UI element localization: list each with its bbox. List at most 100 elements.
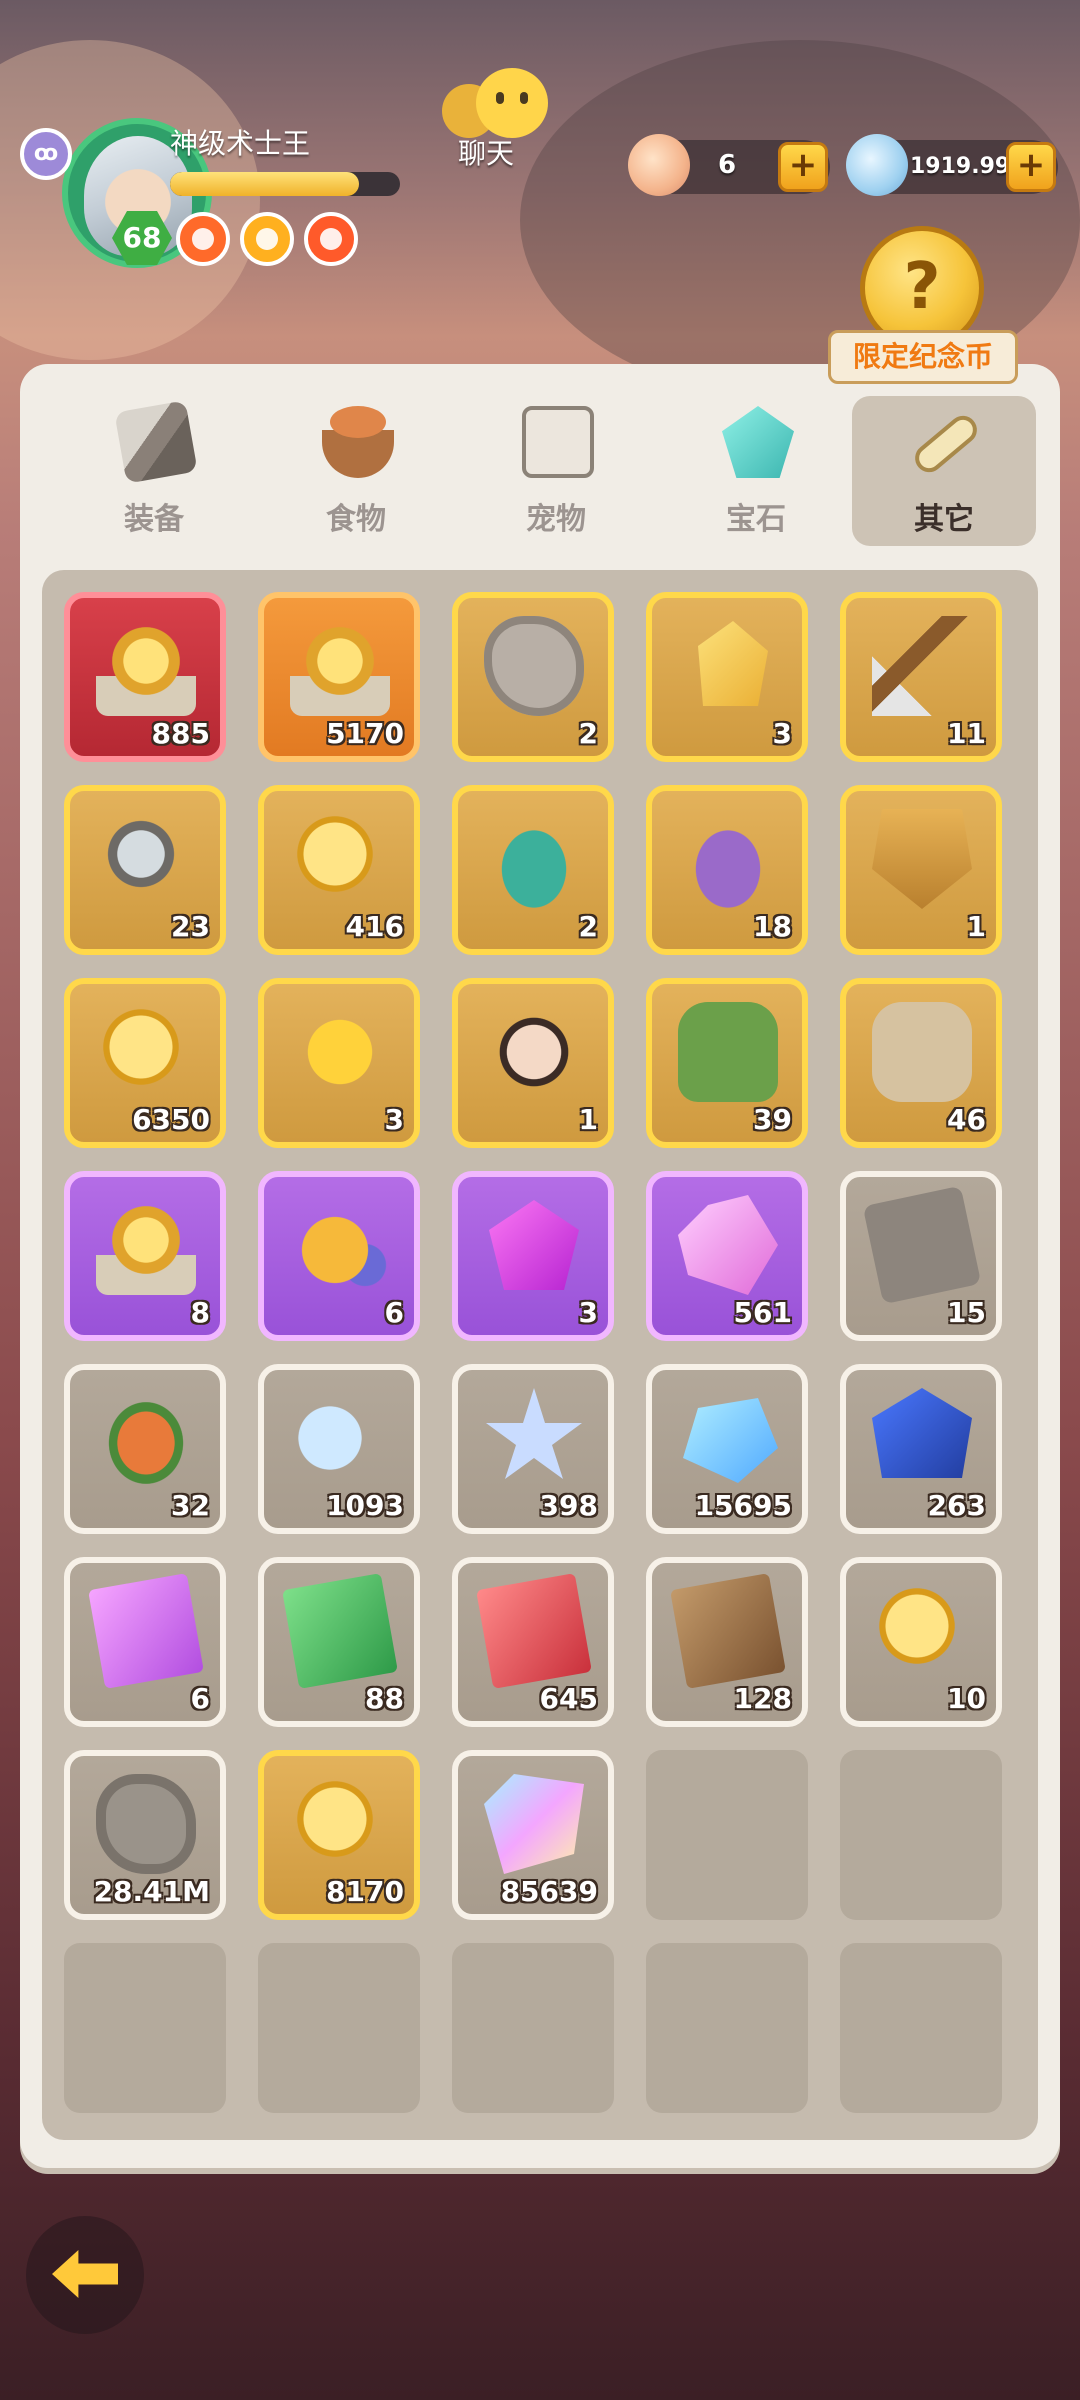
item-quantity: 32 (171, 1489, 210, 1522)
inventory-slot[interactable]: 3 (452, 1171, 614, 1341)
item-quantity: 88 (365, 1682, 404, 1715)
inventory-slot[interactable]: 645 (452, 1557, 614, 1727)
item-quantity: 15 (947, 1296, 986, 1329)
exp-bar (170, 172, 400, 196)
empty-slot (646, 1750, 808, 1920)
item-quantity: 3 (772, 717, 792, 750)
gold-ore-icon (698, 621, 768, 706)
inventory-slot[interactable]: 2 (452, 785, 614, 955)
inventory-slot[interactable]: 8 (64, 1171, 226, 1341)
inventory-slot[interactable]: 416 (258, 785, 420, 955)
item-quantity: 1 (578, 1103, 598, 1136)
winged-shield-icon (872, 809, 972, 909)
inventory-slot[interactable]: 46 (840, 978, 1002, 1148)
item-quantity: 18 (753, 910, 792, 943)
inventory-slot[interactable]: 15695 (646, 1364, 808, 1534)
diamond-currency: 1919.99M + (846, 134, 1058, 196)
inventory-slot[interactable]: 6 (64, 1557, 226, 1727)
item-quantity: 3 (384, 1103, 404, 1136)
inventory-slot[interactable]: 398 (452, 1364, 614, 1534)
food-icon (322, 406, 394, 478)
inventory-slot[interactable]: 32 (64, 1364, 226, 1534)
item-quantity: 263 (927, 1489, 986, 1522)
inventory-slot[interactable]: 39 (646, 978, 808, 1148)
inventory-slot[interactable]: 88 (258, 1557, 420, 1727)
inventory-grid-area: 885 5170 2 3 11 23 416 2 18 1 6350 3 1 3… (42, 570, 1038, 2140)
inventory-slot[interactable]: 18 (646, 785, 808, 955)
item-quantity: 6 (190, 1682, 210, 1715)
inventory-slot[interactable]: 6 (258, 1171, 420, 1341)
item-quantity: 2 (578, 910, 598, 943)
tab-pet[interactable]: 宠物 (464, 396, 648, 546)
item-quantity: 85639 (500, 1875, 598, 1908)
shell-currency-value: 6 (718, 150, 737, 180)
gift-bag-icon (290, 1195, 390, 1295)
equipment-icon (114, 400, 198, 484)
inventory-slot[interactable]: 10 (840, 1557, 1002, 1727)
star-crystal-icon (486, 1388, 582, 1479)
add-shell-button[interactable]: + (778, 142, 828, 192)
inventory-slot[interactable]: 1093 (258, 1364, 420, 1534)
fossil-rock-icon (484, 616, 584, 716)
inventory-slot[interactable]: 85639 (452, 1750, 614, 1920)
inventory-slot[interactable]: 1 (452, 978, 614, 1148)
stone-tablet-icon (862, 1185, 982, 1305)
inventory-slot[interactable]: 2 (452, 592, 614, 762)
exp-bar-fill (170, 172, 359, 196)
tab-other[interactable]: 其它 (852, 396, 1036, 546)
golden-egg-icon (290, 1002, 390, 1102)
back-button[interactable] (26, 2216, 144, 2334)
inventory-slot[interactable]: 1 (840, 785, 1002, 955)
rainbow-prism-icon (484, 1774, 584, 1874)
green-ticket-icon (282, 1573, 398, 1689)
inventory-slot[interactable]: 3 (258, 978, 420, 1148)
inventory-slot[interactable]: 11 (840, 592, 1002, 762)
item-quantity: 561 (733, 1296, 792, 1329)
shell-currency: 6 + (628, 134, 830, 196)
item-quantity: 3 (578, 1296, 598, 1329)
inventory-slot[interactable]: 6350 (64, 978, 226, 1148)
inventory-slot[interactable]: 5170 (258, 592, 420, 762)
item-quantity: 2 (578, 717, 598, 750)
item-quantity: 885 (151, 717, 210, 750)
red-golden-statue-icon (96, 616, 196, 716)
buff-spiral-icon[interactable] (240, 212, 294, 266)
player-name: 神级术士王 (170, 127, 311, 160)
inventory-slot[interactable]: 885 (64, 592, 226, 762)
bunny-bag-icon (678, 809, 778, 909)
tab-gem[interactable]: 宝石 (664, 396, 848, 546)
gem-icon (722, 406, 794, 478)
item-quantity: 398 (539, 1489, 598, 1522)
feast-platter-icon (96, 1388, 196, 1488)
inventory-slot[interactable]: 561 (646, 1171, 808, 1341)
limited-coin-label: 限定纪念币 (828, 330, 1018, 384)
caveman-portrait-icon (484, 1002, 584, 1102)
back-arrow-icon (52, 2250, 118, 2298)
inventory-slot[interactable]: 23 (64, 785, 226, 955)
purple-gem-icon (489, 1200, 579, 1290)
tab-label: 宠物 (526, 502, 586, 537)
chat-button[interactable]: 聊天 (432, 64, 562, 174)
item-quantity: 15695 (694, 1489, 792, 1522)
tab-equipment[interactable]: 装备 (62, 396, 246, 546)
buff-gear-icon[interactable] (176, 212, 230, 266)
shell-currency-icon (628, 134, 690, 196)
gold-coin-icon (96, 1002, 196, 1102)
item-quantity: 416 (345, 910, 404, 943)
inventory-slot[interactable]: 3 (646, 592, 808, 762)
item-quantity: 1093 (326, 1489, 404, 1522)
shell-coin-icon (872, 1581, 972, 1681)
moon-crystal-icon (290, 1388, 390, 1488)
inventory-slot[interactable]: 8170 (258, 1750, 420, 1920)
inventory-slot[interactable]: 128 (646, 1557, 808, 1727)
inventory-slot[interactable]: 28.41M (64, 1750, 226, 1920)
limited-coin-button[interactable]: ? 限定纪念币 (828, 226, 1018, 396)
inventory-slot[interactable]: 263 (840, 1364, 1002, 1534)
empty-slot (452, 1943, 614, 2113)
inventory-slot[interactable]: 15 (840, 1171, 1002, 1341)
tab-food[interactable]: 食物 (264, 396, 448, 546)
item-quantity: 8170 (326, 1875, 404, 1908)
buff-crown-icon[interactable] (304, 212, 358, 266)
item-quantity: 28.41M (93, 1875, 210, 1908)
add-diamond-button[interactable]: + (1006, 142, 1056, 192)
